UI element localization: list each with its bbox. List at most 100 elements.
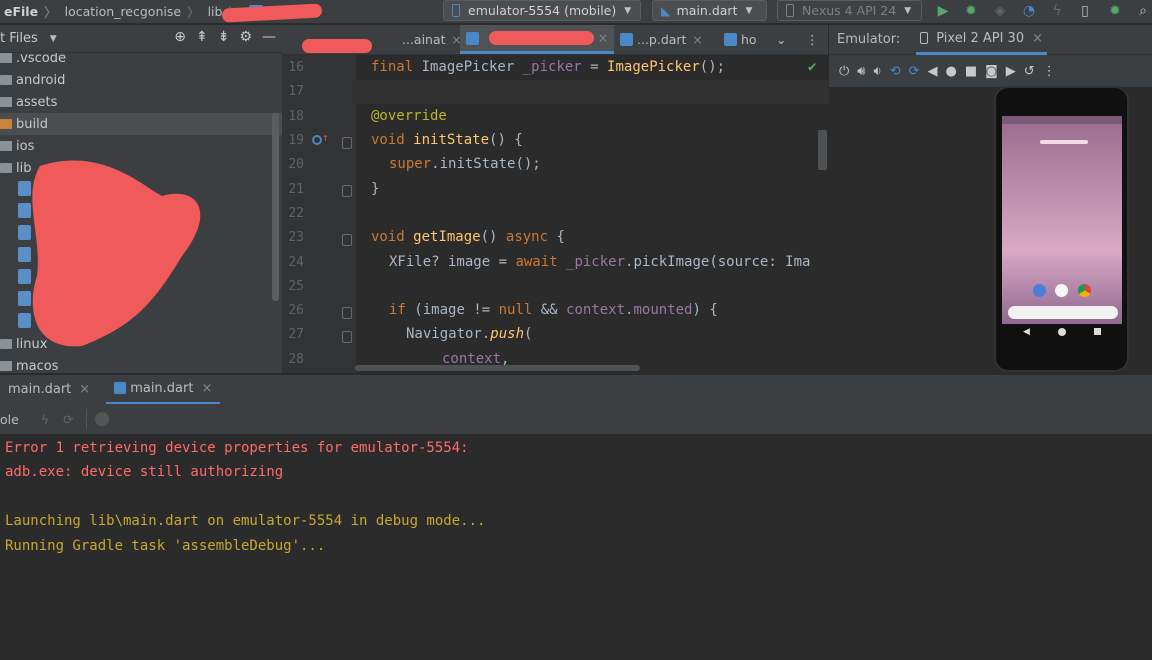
editor-vertical-scrollbar[interactable] [818,130,827,170]
console-tab[interactable]: ole [0,412,19,427]
chrome-app-icon[interactable] [1078,284,1091,297]
search-icon[interactable]: ⌕ [1134,2,1152,20]
tree-item-ios[interactable]: ios [0,135,282,157]
line-number: 17 [288,84,304,99]
tab-file-4[interactable]: ho [718,25,770,54]
hot-restart-icon[interactable]: ⟳ [63,412,73,427]
rotate-right-icon[interactable]: ⟳ [909,64,920,79]
profile-icon[interactable]: ◔ [1020,2,1038,20]
current-line-highlight [356,80,829,104]
run-tab-1[interactable]: main.dart × [0,375,98,405]
line-number: 25 [288,279,304,294]
code-line-19: void initState() { [371,132,523,148]
volume-down-icon[interactable]: 🔉︎ [874,64,882,79]
fold-icon[interactable] [342,331,352,343]
close-icon[interactable]: × [692,33,702,47]
project-panel-title[interactable]: t Files [0,31,38,46]
tabs-overflow-button[interactable]: ⌄ [770,25,800,54]
gear-icon[interactable]: ⚙ [239,29,252,45]
chevron-down-icon: ⌄ [776,32,787,47]
fold-icon[interactable] [342,234,352,246]
tree-item-build[interactable]: build [0,113,282,135]
dart-file-icon [466,31,479,45]
editor-horizontal-scrollbar[interactable] [355,365,640,371]
volume-up-icon[interactable]: 🔊︎ [857,64,865,79]
power-icon[interactable]: ⏻ [839,64,849,79]
rotate-left-icon[interactable]: ⟲ [890,64,901,79]
tree-item-android[interactable]: android [0,69,282,91]
tab-file-1[interactable]: ...ainat × [282,25,462,54]
override-gutter-icon[interactable] [312,135,322,145]
more-icon[interactable]: ⋮ [1043,64,1056,79]
tabs-menu-button[interactable]: ⋮ [800,25,826,54]
close-icon[interactable]: × [598,31,608,45]
code-line-26: if (image != null && context.mounted) { [389,302,718,318]
redaction-scribble [32,160,201,347]
navigation-bar: eFile〉 location_recgonise〉 lib〉 emulator… [0,0,1152,24]
minimize-icon[interactable]: — [262,29,276,45]
device-manager-icon[interactable]: ▯ [1076,2,1094,20]
tree-item-assets[interactable]: assets [0,91,282,113]
toolbar-divider [85,409,87,429]
run-tab-2[interactable]: main.dart × [106,375,221,405]
expand-all-icon[interactable]: ⇞ [196,29,208,45]
emulator-label: Emulator: [837,32,901,47]
android-home-icon[interactable] [1058,328,1066,336]
back-icon[interactable]: ◀ [928,64,938,79]
collapse-all-icon[interactable]: ⇟ [218,29,230,45]
breadcrumb-folder[interactable]: location_recgonise 〉 [61,0,204,24]
code-line-24: XFile? image = await _picker.pickImage(s… [389,254,811,270]
project-tree: .vscode android assets build ios lib lin… [0,53,282,373]
folder-icon [0,75,12,85]
code-editor[interactable]: 16 17 18 19 20 21 22 23 24 25 26 27 28 ↑… [282,55,829,373]
editor-tabs: ...ainat × × ...p.dart × ho ⌄ ⋮ [282,25,828,55]
messages-app-icon[interactable] [1033,284,1046,297]
fold-icon[interactable] [342,185,352,197]
run-icon[interactable]: ▶ [934,2,952,20]
close-icon[interactable]: × [201,381,212,396]
emulator-header: Emulator: Pixel 2 API 30 × [829,25,1152,55]
avd-selector[interactable]: Nexus 4 API 24 ▼ [777,0,922,21]
line-number: 21 [288,182,304,197]
folder-icon [0,163,12,173]
android-overview-icon[interactable] [1094,328,1101,335]
line-number: 19 [288,133,304,148]
debug-icon[interactable]: ✹ [962,2,980,20]
chevron-down-icon[interactable]: ▼ [50,34,57,44]
tree-item-macos[interactable]: macos [0,355,282,373]
tab-emulator-device[interactable]: Pixel 2 API 30 × [916,25,1048,55]
google-search-widget[interactable] [1008,306,1118,319]
tab-file-2[interactable]: × [460,25,614,54]
stop-icon[interactable] [94,412,109,426]
line-number: 26 [288,303,304,318]
line-number: 20 [288,157,304,172]
tab-file-3[interactable]: ...p.dart × [614,25,718,54]
record-icon[interactable]: ▶ [1006,64,1016,79]
android-back-icon[interactable]: ◀ [1023,327,1030,337]
fold-icon[interactable] [342,137,352,149]
camera-icon[interactable]: ◙ [985,64,998,79]
locate-icon[interactable]: ⊕ [174,29,186,45]
coverage-icon[interactable]: ◈ [991,2,1009,20]
overview-icon[interactable]: ■ [965,64,977,79]
fold-icon[interactable] [342,307,352,319]
hot-reload-icon[interactable]: ϟ [1048,2,1066,20]
folder-icon [0,141,12,151]
hot-reload-icon[interactable]: ϟ [41,412,49,427]
snapshot-icon[interactable]: ↺ [1024,64,1035,79]
dart-file-icon [724,33,737,46]
console-output[interactable]: Error 1 retrieving device properties for… [0,434,1152,660]
run-config-selector[interactable]: ◣ main.dart ▼ [652,0,767,21]
device-selector[interactable]: emulator-5554 (mobile) ▼ [443,0,641,21]
close-icon[interactable]: × [1032,31,1043,46]
tree-item-vscode[interactable]: .vscode [0,53,282,69]
play-store-app-icon[interactable] [1055,284,1068,297]
home-icon[interactable]: ● [946,64,957,79]
emulator-toolbar: ⏻ 🔊︎ 🔉︎ ⟲ ⟳ ◀ ● ■ ◙ ▶ ↺ ⋮ [829,55,1152,87]
code-line-18: @override [371,108,447,124]
code-line-27: Navigator.push( [406,326,533,342]
breadcrumb-project[interactable]: eFile 〉 [0,0,61,24]
close-icon[interactable]: × [79,382,90,397]
sdk-manager-icon[interactable]: ✹ [1106,2,1124,20]
tree-scrollbar[interactable] [272,113,279,301]
